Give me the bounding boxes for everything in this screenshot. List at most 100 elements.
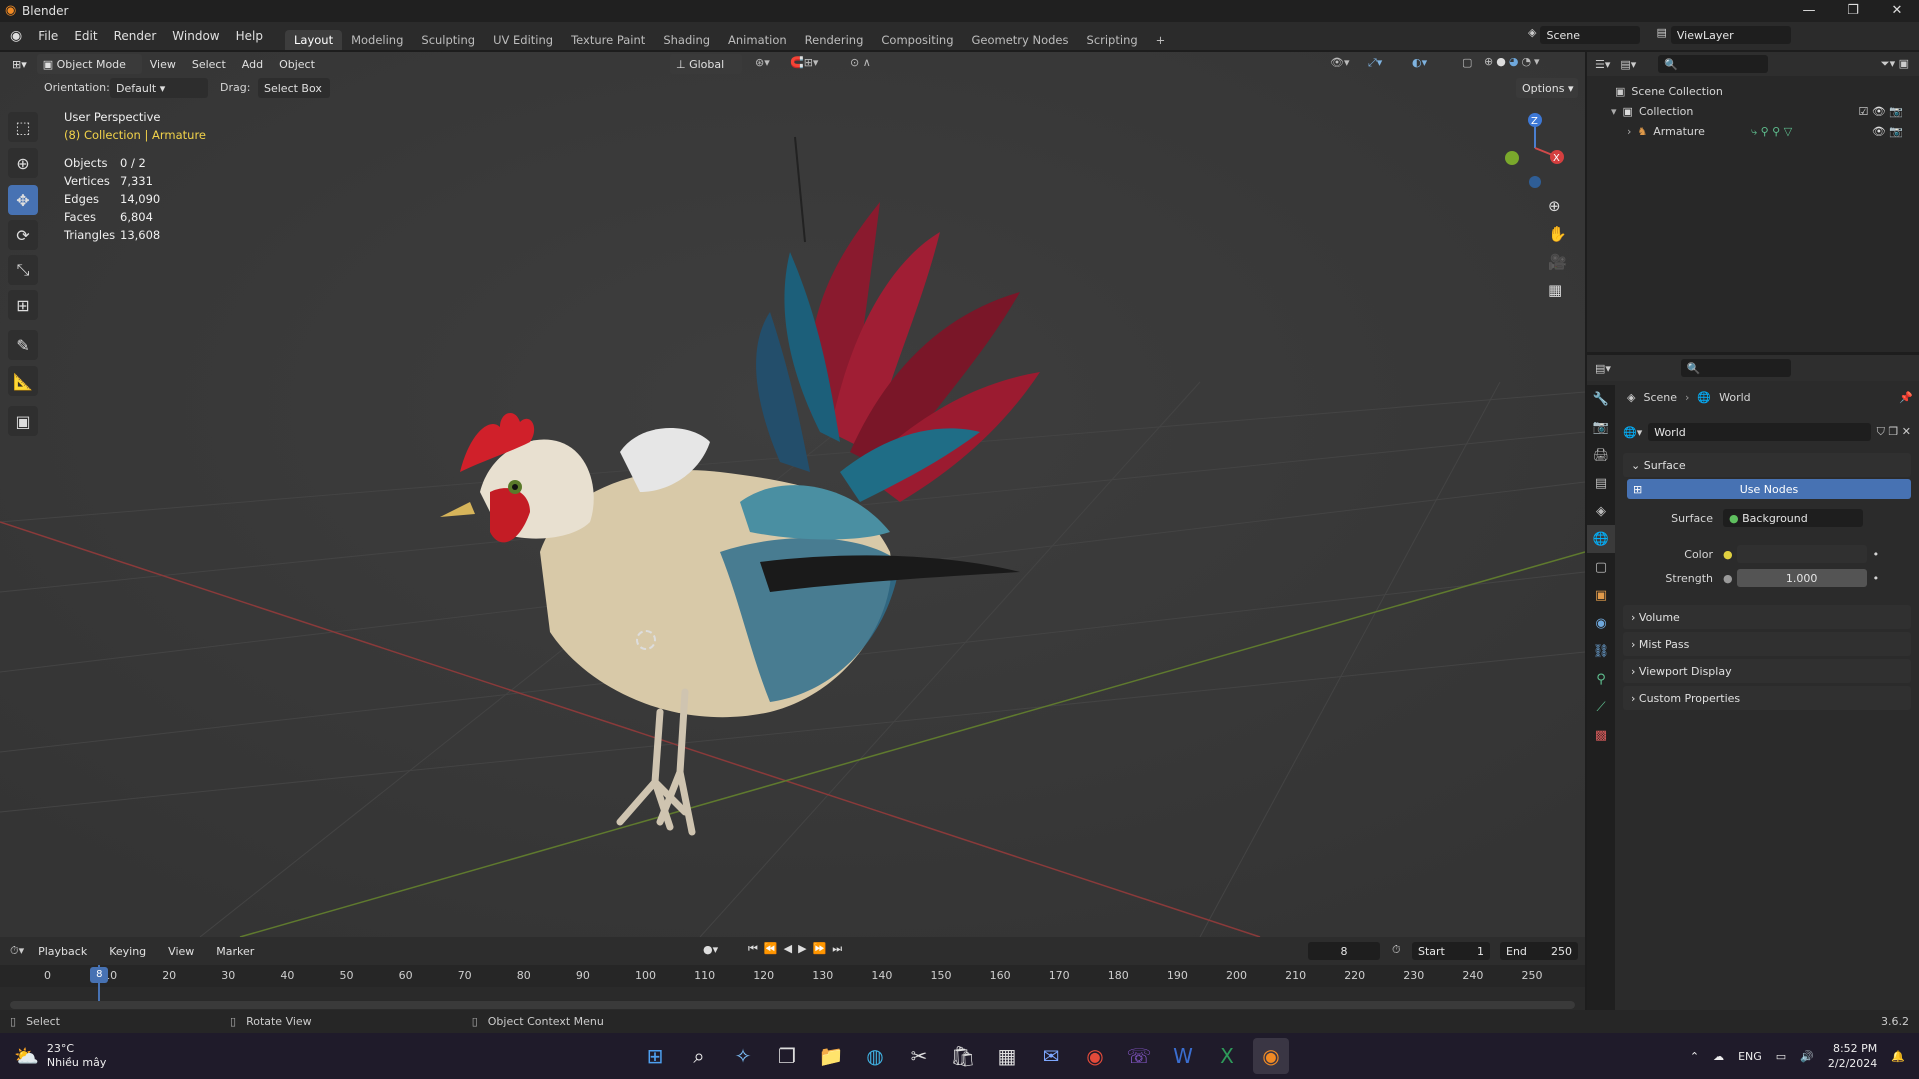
add-cube-tool[interactable]: ▣ [8,406,38,436]
outliner-row-armature[interactable]: › ♞ Armature ⤷ ⚲ ⚲ ▽ 👁 📷 [1627,122,1919,142]
transform-tool[interactable]: ⊞ [8,290,38,320]
edge-icon[interactable]: ◍ [857,1038,893,1074]
tab-scripting[interactable]: Scripting [1078,30,1147,50]
menu-file[interactable]: File [30,29,66,43]
measure-tool[interactable]: 📐 [8,366,38,396]
pivot-icon[interactable]: ⊛▾ [755,56,770,69]
search-icon[interactable]: ⌕ [681,1038,717,1074]
physics-tab-icon[interactable]: ◉ [1587,609,1615,637]
close-button[interactable]: ✕ [1875,0,1919,22]
3d-viewport[interactable]: ⊞▾ ▣ Object Mode View Select Add Object … [0,52,1585,937]
options-dropdown[interactable]: Options ▾ [1516,78,1578,98]
language-indicator[interactable]: ENG [1738,1050,1762,1063]
start-frame-field[interactable]: Start 1 [1412,942,1490,960]
properties-search-input[interactable]: 🔍 [1680,359,1791,377]
color-socket-icon[interactable]: ● [1723,548,1733,561]
collection-toggles[interactable]: ☑ 👁 📷 [1858,102,1903,122]
drag-dropdown[interactable]: Select Box [258,78,330,98]
navigation-gizmo[interactable]: Z X [1495,108,1565,188]
tab-modeling[interactable]: Modeling [342,30,412,50]
tab-compositing[interactable]: Compositing [872,30,962,50]
properties-editor-icon[interactable]: ▤▾ [1595,362,1611,375]
proportional-edit-icon[interactable]: ⊙ ∧ [850,56,871,69]
world-browse-icon[interactable]: 🌐▾ [1623,426,1642,439]
viewport-menu-view[interactable]: View [142,58,184,71]
cursor-tool[interactable]: ⊕ [8,148,38,178]
timeline-menu-view[interactable]: View [160,945,202,958]
chrome-icon[interactable]: ◉ [1077,1038,1113,1074]
view-layer-tab-icon[interactable]: ▤ [1587,469,1615,497]
shading-options-icon[interactable]: ▾ [1534,55,1540,68]
prev-keyframe-icon[interactable]: ⏪ [764,942,778,956]
collection-tab-icon[interactable]: ▢ [1587,553,1615,581]
expand-armature-icon[interactable]: › [1627,122,1631,142]
scale-tool[interactable]: ⤡ [8,255,38,285]
ortho-grid-icon[interactable]: ▦ [1548,281,1567,299]
annotate-tool[interactable]: ✎ [8,330,38,360]
onedrive-icon[interactable]: ☁ [1713,1050,1724,1063]
tab-uv-editing[interactable]: UV Editing [484,30,562,50]
menu-edit[interactable]: Edit [66,29,105,43]
camera-icon[interactable]: 🎥 [1548,253,1567,271]
copilot-icon[interactable]: ✧ [725,1038,761,1074]
timeline-scrollbar-thumb[interactable] [10,1001,1575,1009]
visibility-icon[interactable]: 👁▾ [1330,56,1350,69]
texture-tab-icon[interactable]: ▩ [1587,721,1615,749]
add-workspace-button[interactable]: + [1147,30,1175,50]
color-swatch[interactable] [1736,545,1867,563]
tab-shading[interactable]: Shading [654,30,719,50]
view-layer-icon[interactable]: ▤ [1656,26,1666,44]
object-data-tab-icon[interactable]: ⚲ [1587,665,1615,693]
strength-keyframe-icon[interactable]: • [1873,572,1880,585]
next-keyframe-icon[interactable]: ⏩ [813,942,827,956]
blender-menu-icon[interactable]: ◉ [10,28,22,44]
tab-sculpting[interactable]: Sculpting [412,30,484,50]
mode-selector[interactable]: ▣ Object Mode [36,54,142,74]
tab-rendering[interactable]: Rendering [796,30,873,50]
select-box-tool[interactable]: ⬚ [8,112,38,142]
word-icon[interactable]: W [1165,1038,1201,1074]
menu-help[interactable]: Help [228,29,271,43]
network-icon[interactable]: ▭ [1776,1050,1786,1063]
volume-panel-header[interactable]: › Volume [1623,605,1911,629]
scene-selector[interactable]: Scene [1540,26,1641,44]
expand-collection-icon[interactable]: ▾ [1611,102,1617,122]
tab-geometry-nodes[interactable]: Geometry Nodes [963,30,1078,50]
blender-taskbar-icon[interactable]: ◉ [1253,1038,1289,1074]
play-icon[interactable]: ▶ [798,942,806,956]
outliner-search-input[interactable]: 🔍 [1658,55,1769,73]
pan-hand-icon[interactable]: ✋ [1548,225,1567,243]
world-tab-icon[interactable]: 🌐 [1587,525,1615,553]
world-name-field[interactable]: World [1648,423,1871,441]
rendered-shading-icon[interactable]: ◔ [1521,55,1531,68]
tool-tab-icon[interactable]: 🔧 [1587,385,1615,413]
clock[interactable]: 8:52 PM 2/2/2024 [1828,1041,1877,1071]
minimize-button[interactable]: — [1787,0,1831,22]
store-icon[interactable]: 🛍 [945,1038,981,1074]
gizmo-toggle-icon[interactable]: ⤢▾ [1368,56,1382,70]
strength-field[interactable]: 1.000 [1736,569,1867,587]
custom-properties-panel-header[interactable]: › Custom Properties [1623,686,1911,710]
wireframe-shading-icon[interactable]: ⊕ [1484,55,1493,68]
snipping-tool-icon[interactable]: ✂ [901,1038,937,1074]
viewport-menu-add[interactable]: Add [234,58,271,71]
outliner-row-collection[interactable]: ▾ ▣ Collection ☑ 👁 📷 [1611,102,1919,122]
bone-tab-icon[interactable]: ⟋ [1587,693,1615,721]
tab-animation[interactable]: Animation [719,30,796,50]
preview-range-icon[interactable]: ⏱ [1392,943,1401,957]
playhead-frame-label[interactable]: 8 [90,967,109,983]
use-nodes-button[interactable]: ⊞ Use Nodes [1627,479,1911,499]
zoom-icon[interactable]: ⊕ [1548,197,1567,215]
timeline-menu-keying[interactable]: Keying [101,945,154,958]
outliner-editor-icon[interactable]: ☰▾ [1595,58,1610,71]
xray-icon[interactable]: ▢ [1462,56,1472,69]
maximize-button[interactable]: ❐ [1831,0,1875,22]
viber-icon[interactable]: ☏ [1121,1038,1157,1074]
surface-panel-header[interactable]: ⌄ Surface [1623,453,1911,477]
armature-toggles[interactable]: 👁 📷 [1872,122,1903,142]
display-mode-icon[interactable]: ▤▾ [1620,58,1636,71]
timeline-menu-marker[interactable]: Marker [208,945,262,958]
transform-orientation[interactable]: ⊥ Global [670,54,742,74]
tray-overflow-icon[interactable]: ⌃ [1690,1050,1699,1063]
mist-pass-panel-header[interactable]: › Mist Pass [1623,632,1911,656]
